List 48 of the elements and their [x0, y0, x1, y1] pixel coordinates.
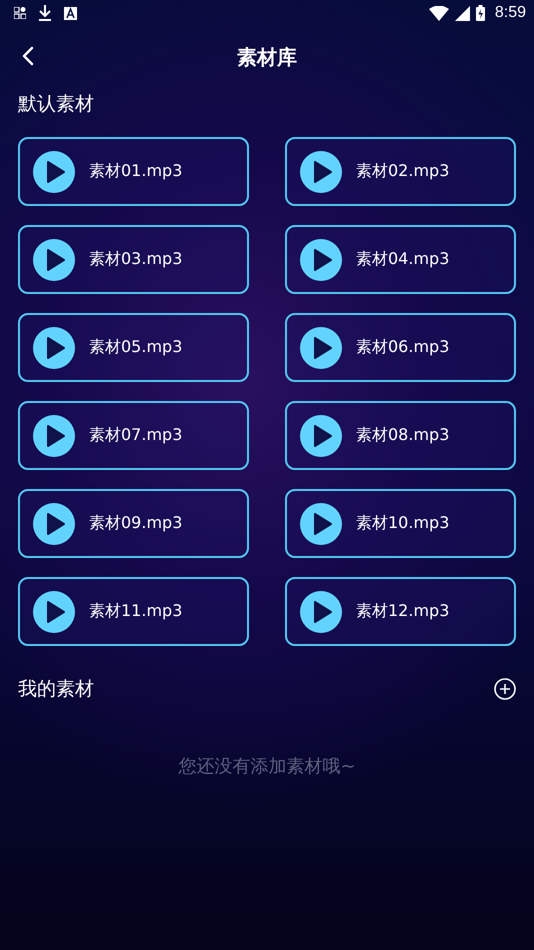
play-icon[interactable] [300, 238, 342, 280]
audio-item[interactable]: 素材09.mp3 [18, 489, 249, 558]
apps-icon [14, 7, 26, 19]
audio-name: 素材09.mp3 [89, 513, 182, 534]
audio-item[interactable]: 素材04.mp3 [285, 225, 516, 294]
empty-message: 您还没有添加素材哦~ [177, 755, 357, 778]
audio-name: 素材02.mp3 [356, 161, 450, 182]
audio-name: 素材11.mp3 [89, 601, 182, 622]
signal-icon [454, 6, 470, 20]
audio-item[interactable]: 素材12.mp3 [285, 577, 516, 646]
play-icon[interactable] [33, 326, 75, 368]
play-icon[interactable] [33, 590, 75, 632]
audio-name: 素材03.mp3 [89, 249, 182, 270]
play-icon[interactable] [300, 502, 342, 544]
audio-name: 素材10.mp3 [356, 513, 450, 534]
play-icon[interactable] [300, 590, 342, 632]
play-icon[interactable] [33, 502, 75, 544]
audio-name: 素材07.mp3 [89, 425, 182, 446]
page-title: 素材库 [237, 44, 297, 70]
font-icon [64, 6, 77, 20]
audio-name: 素材05.mp3 [89, 337, 182, 358]
section-title: 我的素材 [18, 677, 94, 702]
status-time: 8:59 [494, 4, 526, 22]
add-icon[interactable] [494, 678, 516, 700]
audio-item[interactable]: 素材08.mp3 [285, 401, 516, 470]
download-icon [38, 5, 52, 21]
audio-item[interactable]: 素材07.mp3 [18, 401, 249, 470]
play-icon[interactable] [33, 238, 75, 280]
audio-name: 素材01.mp3 [89, 161, 182, 182]
audio-item[interactable]: 素材05.mp3 [18, 313, 249, 382]
wifi-icon [428, 6, 449, 20]
play-icon[interactable] [300, 326, 342, 368]
audio-name: 素材12.mp3 [356, 601, 450, 622]
audio-item[interactable]: 素材11.mp3 [18, 577, 249, 646]
audio-name: 素材04.mp3 [356, 249, 450, 270]
play-icon[interactable] [33, 414, 75, 456]
audio-name: 素材06.mp3 [356, 337, 450, 358]
play-icon[interactable] [33, 150, 75, 192]
play-icon[interactable] [300, 150, 342, 192]
battery-icon [476, 5, 485, 21]
audio-item[interactable]: 素材03.mp3 [18, 225, 249, 294]
audio-name: 素材08.mp3 [356, 425, 450, 446]
audio-item[interactable]: 素材06.mp3 [285, 313, 516, 382]
audio-item[interactable]: 素材02.mp3 [285, 137, 516, 206]
play-icon[interactable] [300, 414, 342, 456]
audio-item[interactable]: 素材01.mp3 [18, 137, 249, 206]
section-title: 默认素材 [17, 92, 95, 117]
audio-item[interactable]: 素材10.mp3 [285, 489, 516, 558]
